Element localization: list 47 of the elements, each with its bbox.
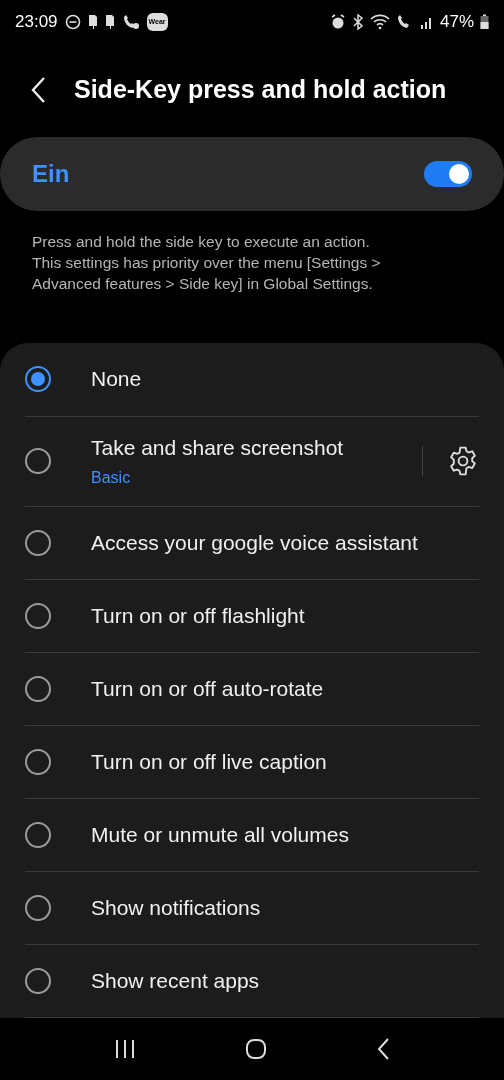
battery-percent: 47%: [439, 11, 474, 34]
option-label: Turn on or off auto-rotate: [91, 675, 325, 702]
option-row[interactable]: None: [25, 342, 479, 416]
option-label: Mute or unmute all volumes: [91, 821, 350, 848]
wifi-icon: [369, 13, 390, 30]
option-label: Take and share screenshot: [91, 435, 345, 462]
option-row[interactable]: Turn on or off auto-rotate: [25, 651, 479, 725]
radio-button[interactable]: [25, 748, 51, 775]
radio-button[interactable]: [25, 821, 51, 848]
radio-button[interactable]: [25, 529, 51, 556]
page-title: Side-Key press and hold action: [74, 74, 447, 106]
description-text: Press and hold the side key to execute an action. This settings has priority over the menu [Settings > Advanced features > Side key] in Global Settings.: [31, 231, 382, 294]
radio-button[interactable]: [25, 675, 51, 702]
recents-button[interactable]: [114, 1037, 137, 1060]
wifi-call-icon: [121, 13, 140, 30]
option-label: Show recent apps: [91, 967, 261, 994]
option-label: Turn on or off flashlight: [91, 602, 306, 629]
option-row[interactable]: Take and share screenshot Basic: [25, 415, 479, 506]
settings-icon[interactable]: [447, 445, 479, 478]
option-label: Turn on or off live caption: [91, 748, 328, 775]
switch-label: Ein: [32, 158, 70, 189]
option-row[interactable]: Turn on or off flashlight: [25, 578, 479, 652]
battery-icon: [480, 13, 489, 30]
sim-icon: [104, 13, 115, 30]
radio-button[interactable]: [25, 602, 51, 629]
option-label: Show notifications: [91, 894, 262, 921]
sim-icon: [87, 13, 98, 30]
bluetooth-icon: [351, 13, 364, 30]
option-row[interactable]: Mute or unmute all volumes: [25, 797, 479, 871]
dnd-icon: [64, 13, 81, 30]
home-button[interactable]: [245, 1037, 267, 1060]
toggle-switch[interactable]: [424, 160, 472, 187]
option-row[interactable]: Show notifications: [25, 870, 479, 944]
master-switch-card[interactable]: Ein: [0, 136, 504, 211]
option-row[interactable]: Show recent apps: [25, 943, 479, 1017]
back-nav-button[interactable]: [375, 1036, 390, 1061]
alarm-icon: [329, 13, 346, 30]
status-time: 23:09: [15, 11, 58, 34]
option-row[interactable]: Access your google voice assistant: [25, 505, 479, 579]
radio-button[interactable]: [25, 366, 51, 393]
radio-button[interactable]: [25, 967, 51, 994]
radio-button[interactable]: [25, 894, 51, 921]
option-subtitle: Basic: [91, 467, 132, 488]
option-label: None: [91, 366, 143, 393]
option-row[interactable]: Turn on or off live caption: [25, 724, 479, 798]
option-label: Access your google voice assistant: [91, 529, 419, 556]
radio-button[interactable]: [25, 448, 51, 475]
